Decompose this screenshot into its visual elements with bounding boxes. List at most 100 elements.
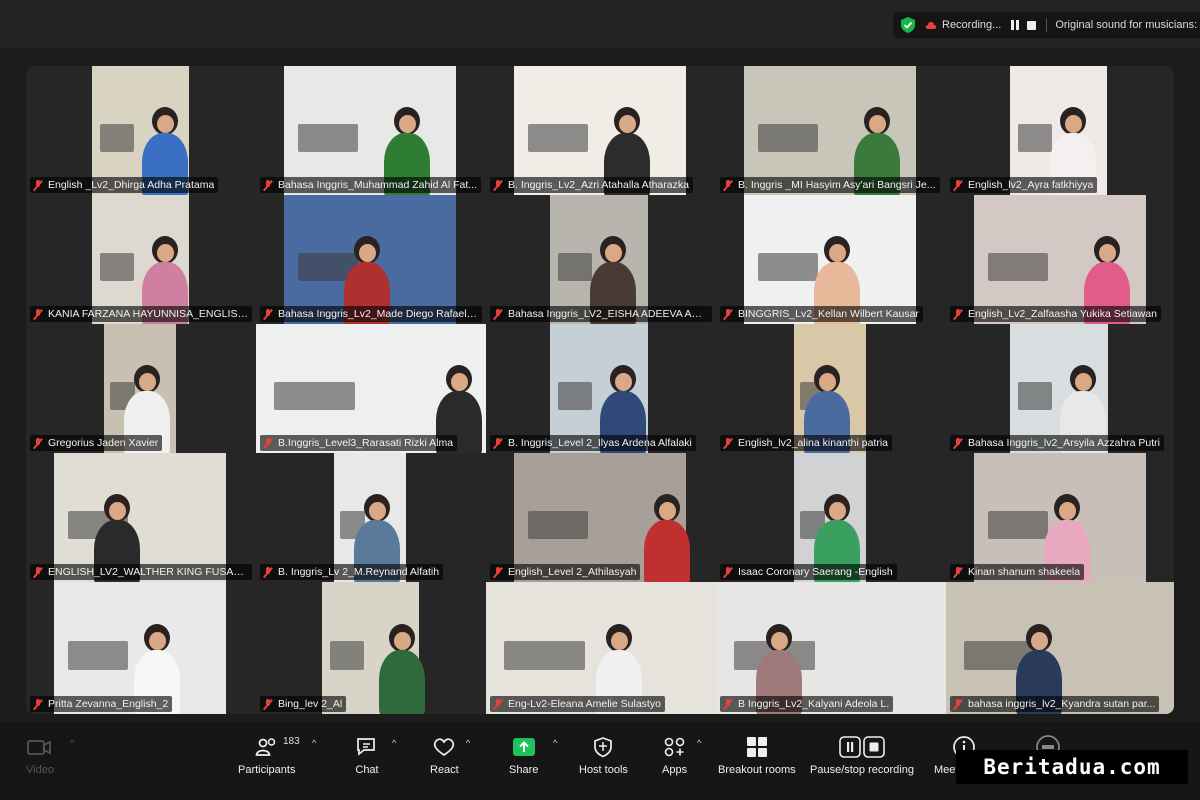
participant-name-tag: Isaac Coronary Saerang -English [720, 564, 897, 580]
participant-name: Isaac Coronary Saerang -English [738, 566, 893, 578]
participant-name: English_lv2_Ayra fatkhiyya [968, 179, 1094, 191]
pause-stop-recording-button[interactable]: Pause/stop recording [810, 734, 914, 776]
participant-video [486, 582, 716, 714]
participant-name-tag: Gregorius Jaden Xavier [30, 435, 163, 451]
participant-tile[interactable]: English_lv2_alina kinanthi patria [716, 324, 946, 453]
host-tools-button[interactable]: Host tools [579, 734, 628, 776]
divider [1046, 18, 1048, 32]
participant-tile[interactable]: B. Inggris_Lv 2_M.Reynand Alfatih [256, 453, 486, 582]
participant-video [974, 195, 1146, 324]
participant-head [364, 494, 390, 522]
participant-name-tag: English_Lv2_Zalfaasha Yukika Setiawan [950, 306, 1161, 322]
participant-tile[interactable]: Pritta Zevanna_English_2 [26, 582, 256, 714]
participant-name-tag: bahasa inggris_lv2_Kyandra sutan par... [950, 696, 1160, 712]
chevron-up-icon[interactable]: ^ [697, 738, 701, 748]
participant-head [134, 365, 160, 393]
participant-tile[interactable]: Eng-Lv2-Eleana Amelie Sulastyo [486, 582, 716, 714]
participant-tile[interactable]: English _Lv2_Dhirga Adha Pratama [26, 66, 256, 195]
participant-tile[interactable]: B. Inggris_Lv2_Azri Atahalla Atharazka [486, 66, 716, 195]
participant-name-tag: Pritta Zevanna_English_2 [30, 696, 173, 712]
participant-name: English_lv2_alina kinanthi patria [738, 437, 889, 449]
participant-head [766, 624, 792, 652]
participant-video [284, 195, 456, 324]
chevron-up-icon[interactable]: ^ [392, 738, 396, 748]
video-button[interactable]: Video [26, 734, 54, 776]
original-sound-label[interactable]: Original sound for musicians: of [1055, 19, 1200, 31]
participant-name: ENGLISH_LV2_WALTHER KING FUSANTO [48, 566, 248, 578]
participant-video [794, 324, 866, 453]
mic-muted-icon [723, 566, 733, 578]
participant-head [610, 365, 636, 393]
participant-tile[interactable]: English_Lv2_Zalfaasha Yukika Setiawan [946, 195, 1174, 324]
participant-tile[interactable]: B. Inggris _MI Hasyim Asy'ari Bangsri Je… [716, 66, 946, 195]
participant-tile[interactable]: Bing_lev 2_Al [256, 582, 486, 714]
pause-stop-icon [839, 736, 885, 758]
background-object [330, 641, 364, 670]
participant-name: Bahasa Inggris_Muhammad Zahid Al Fat... [278, 179, 478, 191]
recording-status-pill[interactable]: Recording... Original sound for musician… [893, 12, 1200, 38]
participant-video [514, 66, 686, 195]
participant-tile[interactable]: Bahasa Inggris_lv2_Arsyila Azzahra Putri [946, 324, 1174, 453]
participant-tile[interactable]: bahasa inggris_lv2_Kyandra sutan par... [946, 582, 1174, 714]
chevron-up-icon[interactable]: ^ [70, 738, 74, 748]
react-button[interactable]: React [430, 734, 459, 776]
apps-icon [664, 737, 684, 757]
participant-head [614, 107, 640, 135]
participant-name-tag: Eng-Lv2-Eleana Amelie Sulastyo [490, 696, 665, 712]
video-gallery: English _Lv2_Dhirga Adha Pratama Bahasa I… [26, 66, 1174, 714]
chevron-up-icon[interactable]: ^ [466, 738, 470, 748]
participant-name: BINGGRIS_Lv2_Kellan Wilbert Kausar [738, 308, 919, 320]
participant-tile[interactable]: BINGGRIS_Lv2_Kellan Wilbert Kausar [716, 195, 946, 324]
participant-name: Gregorius Jaden Xavier [48, 437, 159, 449]
participant-name: B. Inggris_Lv 2_M.Reynand Alfatih [278, 566, 440, 578]
participant-tile[interactable]: B Inggris_Lv2_Kalyani Adeola L. [716, 582, 946, 714]
breakout-rooms-label: Breakout rooms [718, 764, 796, 776]
participant-tile[interactable]: B. Inggris_Level 2_Ilyas Ardena Alfalaki [486, 324, 716, 453]
participant-tile[interactable]: Bahasa Inggris_Lv2_Made Diego Rafael ... [256, 195, 486, 324]
participant-name: English_Lv2_Zalfaasha Yukika Setiawan [968, 308, 1157, 320]
participant-video [744, 195, 916, 324]
background-object [558, 382, 592, 410]
participant-body [644, 520, 690, 582]
participant-head [104, 494, 130, 522]
participant-tile[interactable]: Kinan shanum shakeela [946, 453, 1174, 582]
participant-video [794, 453, 866, 582]
mic-muted-icon [493, 698, 503, 710]
participant-video [514, 453, 690, 582]
pause-icon[interactable] [1011, 20, 1020, 30]
shield-check-icon [901, 17, 915, 33]
participant-name: Bahasa Inggris_LV2_EISHA ADEEVA AZZ... [508, 308, 708, 320]
participant-tile[interactable]: English_Level 2_Athilasyah [486, 453, 716, 582]
participant-head [446, 365, 472, 393]
participant-tile[interactable]: Bahasa Inggris_Muhammad Zahid Al Fat... [256, 66, 486, 195]
apps-button[interactable]: Apps [662, 734, 687, 776]
breakout-rooms-button[interactable]: Breakout rooms [718, 734, 796, 776]
participant-name: Bahasa Inggris_Lv2_Made Diego Rafael ... [278, 308, 478, 320]
participant-video [1010, 324, 1108, 453]
chat-button[interactable]: Chat [355, 734, 379, 776]
participant-head [814, 365, 840, 393]
participant-tile[interactable]: Isaac Coronary Saerang -English [716, 453, 946, 582]
background-object [274, 382, 355, 410]
participant-tile[interactable]: Bahasa Inggris_LV2_EISHA ADEEVA AZZ... [486, 195, 716, 324]
participant-name: B.Inggris_Level3_Rarasati Rizki Alma [278, 437, 454, 449]
mic-muted-icon [953, 308, 963, 320]
participant-head [824, 494, 850, 522]
chevron-up-icon[interactable]: ^ [553, 738, 557, 748]
participant-video [92, 195, 189, 324]
participant-tile[interactable]: KANIA FARZANA HAYUNNISA_ENGLISH... [26, 195, 256, 324]
participants-count: 183 [283, 736, 300, 747]
participant-video [322, 582, 425, 714]
chevron-up-icon[interactable]: ^ [312, 738, 316, 748]
cloud-record-icon [925, 22, 937, 29]
stop-icon[interactable] [1027, 20, 1037, 30]
participant-tile[interactable]: Gregorius Jaden Xavier [26, 324, 256, 453]
background-object [758, 253, 818, 281]
participant-tile[interactable]: B.Inggris_Level3_Rarasati Rizki Alma [256, 324, 486, 453]
participant-tile[interactable]: English_lv2_Ayra fatkhiyya [946, 66, 1174, 195]
share-button[interactable]: Share [509, 734, 538, 776]
participant-tile[interactable]: ENGLISH_LV2_WALTHER KING FUSANTO [26, 453, 256, 582]
participant-name-tag: English_Level 2_Athilasyah [490, 564, 641, 580]
participant-head [1026, 624, 1052, 652]
react-label: React [430, 764, 459, 776]
